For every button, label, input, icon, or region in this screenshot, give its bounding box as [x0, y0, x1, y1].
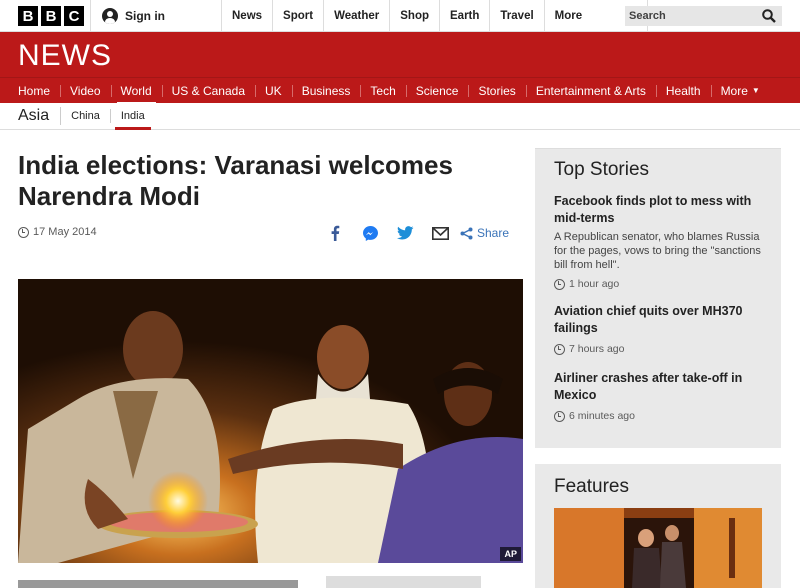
nav-world[interactable]: World: [110, 78, 162, 105]
image-caption-partial: [18, 580, 298, 588]
top-nav-travel[interactable]: Travel: [489, 0, 543, 32]
top-nav-shop[interactable]: Shop: [389, 0, 439, 32]
twitter-share-icon[interactable]: [396, 224, 414, 242]
share-label: Share: [477, 226, 510, 240]
story-summary: A Republican senator, who blames Russia …: [554, 231, 761, 271]
nav-stories[interactable]: Stories: [468, 78, 525, 103]
bbc-masthead: B B C Sign in News Sport Weather Shop Ea…: [0, 0, 800, 32]
news-nav: Home Video World US & Canada UK Business…: [0, 77, 800, 105]
bbc-logo-letter: C: [64, 6, 84, 26]
share-button[interactable]: Share: [460, 226, 509, 240]
nav-health[interactable]: Health: [655, 78, 711, 103]
image-credit: AP: [500, 547, 521, 561]
story-title-link[interactable]: Facebook finds plot to mess with mid-ter…: [554, 193, 766, 227]
top-nav-weather[interactable]: Weather: [323, 0, 389, 32]
top-nav-news[interactable]: News: [221, 0, 272, 32]
top-stories-panel: Top Stories Facebook finds plot to mess …: [535, 148, 781, 448]
divider: [90, 0, 91, 32]
sign-in-label: Sign in: [125, 9, 165, 23]
top-nav-more-label: More: [554, 10, 583, 22]
story-item: Airliner crashes after take-off in Mexic…: [554, 370, 766, 422]
story-timestamp: 7 hours ago: [554, 343, 766, 355]
story-time-text: 6 minutes ago: [569, 410, 635, 422]
bbc-logo-letter: B: [41, 6, 61, 26]
nav-uk[interactable]: UK: [255, 78, 292, 103]
clock-icon: [554, 343, 565, 355]
nav-more-label: More: [720, 83, 748, 98]
hero-photo-illustration: [18, 279, 523, 563]
nav-more[interactable]: More ▼: [710, 78, 770, 103]
features-title: Features: [554, 476, 629, 497]
story-title-link[interactable]: Airliner crashes after take-off in Mexic…: [554, 370, 766, 404]
nav-tech[interactable]: Tech: [360, 78, 405, 103]
article-date-text: 17 May 2014: [33, 226, 97, 238]
search-input[interactable]: [629, 10, 759, 22]
bbc-logo[interactable]: B B C: [18, 6, 84, 26]
related-box-partial: [326, 576, 481, 588]
bbc-top-nav: News Sport Weather Shop Earth Travel Mor…: [221, 0, 648, 32]
clock-icon: [554, 278, 565, 290]
clock-icon: [18, 226, 29, 238]
article-hero-image[interactable]: AP: [18, 279, 523, 563]
story-time-text: 1 hour ago: [569, 278, 620, 290]
chevron-down-icon: ▼: [751, 86, 760, 95]
nav-us-canada[interactable]: US & Canada: [161, 78, 255, 103]
nav-home[interactable]: Home: [8, 78, 60, 103]
search-box[interactable]: [625, 6, 782, 26]
feature-photo-illustration: [554, 508, 762, 588]
news-banner: NEWS: [0, 32, 800, 77]
facebook-share-icon[interactable]: [326, 224, 344, 242]
share-tools: Share: [326, 224, 509, 242]
bbc-logo-letter: B: [18, 6, 38, 26]
sub-nav-china[interactable]: China: [61, 103, 110, 130]
news-logo[interactable]: NEWS: [18, 39, 112, 73]
features-panel: Features: [535, 464, 781, 588]
messenger-share-icon[interactable]: [361, 224, 379, 242]
story-item: Aviation chief quits over MH370 failings…: [554, 303, 766, 355]
story-title-link[interactable]: Aviation chief quits over MH370 failings: [554, 303, 766, 337]
email-share-icon[interactable]: [431, 224, 449, 242]
top-nav-earth[interactable]: Earth: [439, 0, 489, 32]
story-time-text: 7 hours ago: [569, 343, 625, 355]
user-icon: [102, 8, 118, 24]
sub-nav-section-title[interactable]: Asia: [18, 107, 62, 125]
nav-video[interactable]: Video: [60, 78, 110, 103]
sub-nav-india[interactable]: India: [109, 109, 155, 130]
sign-in-link[interactable]: Sign in: [102, 0, 165, 32]
nav-business[interactable]: Business: [291, 78, 361, 103]
top-nav-sport[interactable]: Sport: [272, 0, 323, 32]
top-stories-title: Top Stories: [554, 159, 650, 180]
story-item: Facebook finds plot to mess with mid-ter…: [554, 193, 766, 290]
article-headline: India elections: Varanasi welcomes Naren…: [18, 150, 453, 211]
article-date: 17 May 2014: [18, 226, 97, 238]
story-timestamp: 6 minutes ago: [554, 410, 766, 422]
story-timestamp: 1 hour ago: [554, 278, 766, 290]
article-meta: 17 May 2014 Share: [18, 224, 523, 244]
share-icon: [460, 227, 473, 239]
sub-nav: Asia China India: [0, 103, 800, 130]
clock-icon: [554, 410, 565, 422]
search-icon[interactable]: [762, 9, 776, 23]
nav-science[interactable]: Science: [405, 78, 469, 103]
nav-entertainment-arts[interactable]: Entertainment & Arts: [525, 78, 656, 103]
feature-image[interactable]: [554, 508, 762, 588]
